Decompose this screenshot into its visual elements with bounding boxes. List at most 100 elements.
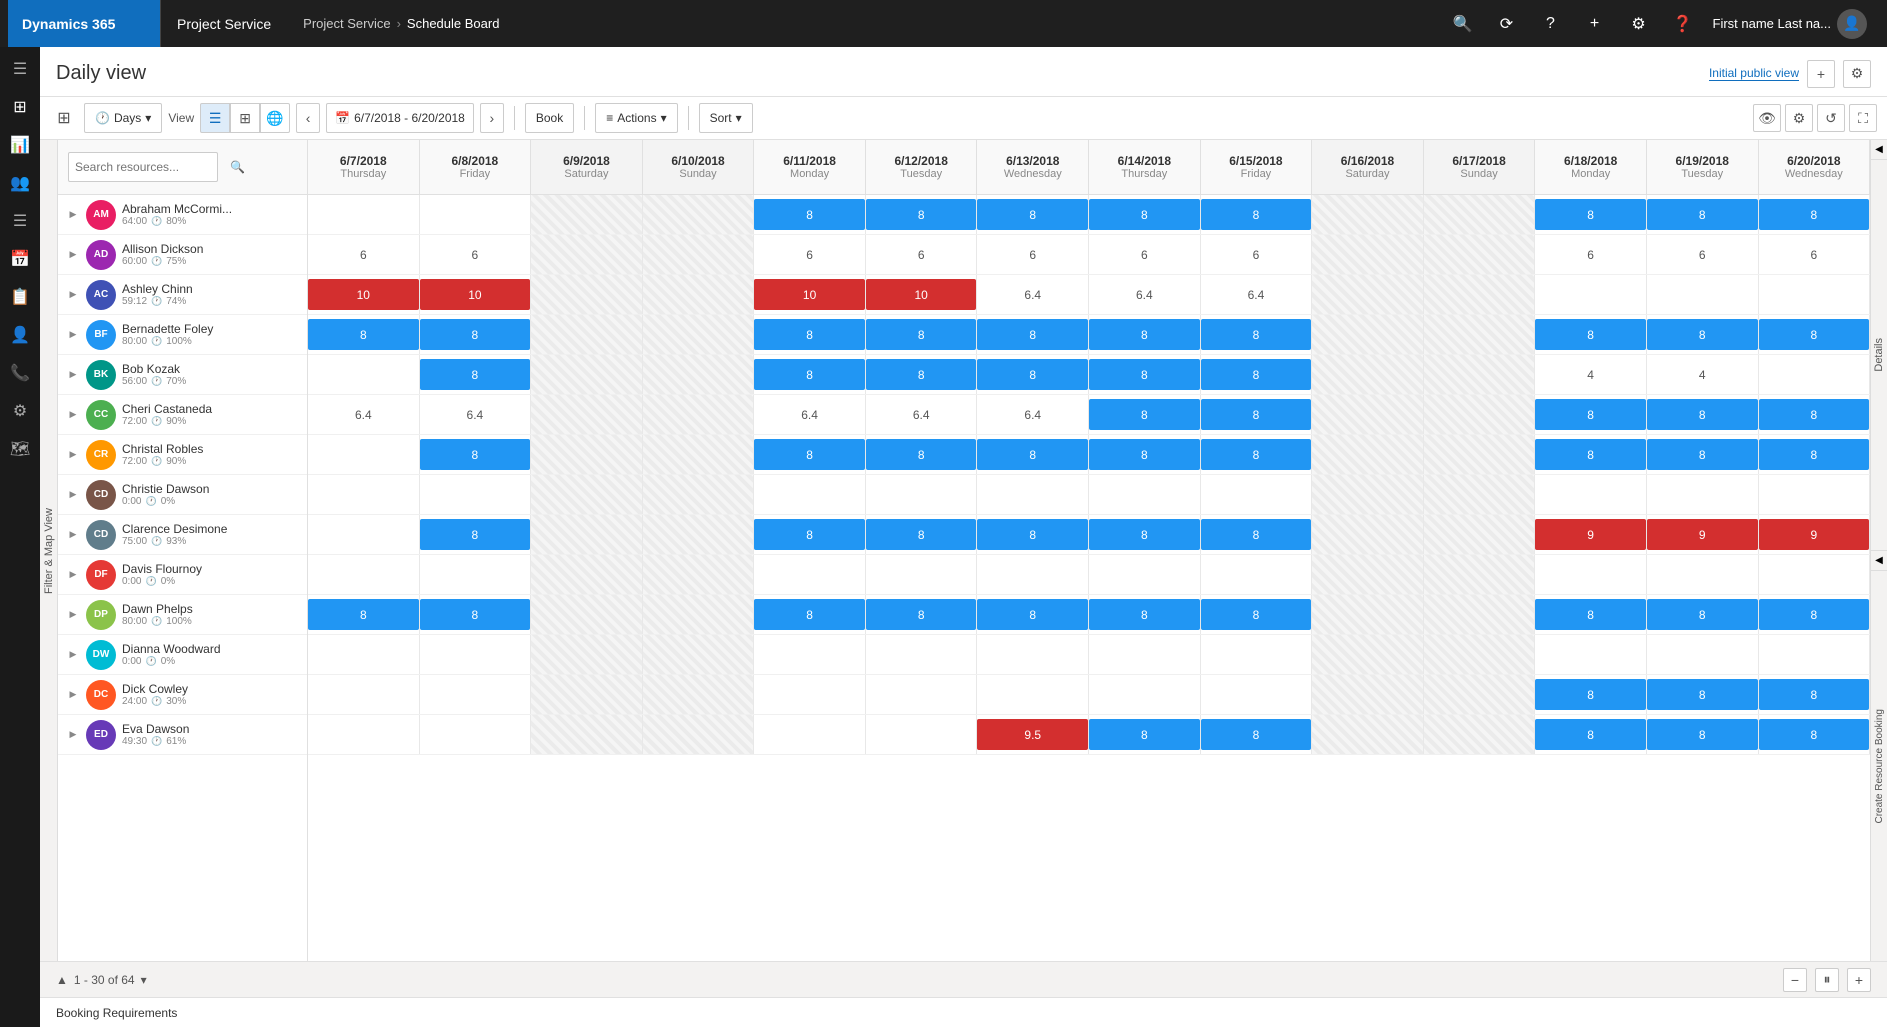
cell-5-7[interactable]: 8 (1089, 395, 1201, 434)
cell-1-12[interactable]: 6 (1647, 235, 1759, 274)
cell-11-11[interactable] (1535, 635, 1647, 674)
cell-9-7[interactable] (1089, 555, 1201, 594)
row-expand-3[interactable]: ▶ (66, 329, 80, 340)
user-menu[interactable]: First name Last na... 👤 (1701, 9, 1880, 39)
eye-button[interactable]: 👁 (1753, 104, 1781, 132)
cell-9-6[interactable] (977, 555, 1089, 594)
cell-8-13[interactable]: 9 (1759, 515, 1870, 554)
cell-6-5[interactable]: 8 (866, 435, 978, 474)
cell-3-11[interactable]: 8 (1535, 315, 1647, 354)
cell-3-7[interactable]: 8 (1089, 315, 1201, 354)
cell-8-3[interactable] (643, 515, 755, 554)
cell-6-0[interactable] (308, 435, 420, 474)
cell-9-0[interactable] (308, 555, 420, 594)
row-expand-11[interactable]: ▶ (66, 649, 80, 660)
cell-5-10[interactable] (1424, 395, 1536, 434)
cell-2-1[interactable]: 10 (420, 275, 532, 314)
row-expand-4[interactable]: ▶ (66, 369, 80, 380)
initial-public-view-link[interactable]: Initial public view (1709, 66, 1799, 81)
cell-11-1[interactable] (420, 635, 532, 674)
cell-13-13[interactable]: 8 (1759, 715, 1870, 754)
cell-0-0[interactable] (308, 195, 420, 234)
row-expand-10[interactable]: ▶ (66, 609, 80, 620)
cell-3-2[interactable] (531, 315, 643, 354)
cell-8-12[interactable]: 9 (1647, 515, 1759, 554)
grid-view-button[interactable]: ⊞ (230, 103, 260, 133)
cell-13-8[interactable]: 8 (1201, 715, 1313, 754)
module-name[interactable]: Project Service (160, 0, 287, 47)
resource-row[interactable]: ▶ CD Clarence Desimone 75:00 🕐 93% (58, 515, 307, 555)
book-button[interactable]: Book (525, 103, 574, 133)
cell-1-0[interactable]: 6 (308, 235, 420, 274)
cell-3-9[interactable] (1312, 315, 1424, 354)
nav-chart[interactable]: 📊 (2, 127, 38, 163)
cell-8-10[interactable] (1424, 515, 1536, 554)
cell-5-13[interactable]: 8 (1759, 395, 1870, 434)
cell-4-2[interactable] (531, 355, 643, 394)
cell-4-0[interactable] (308, 355, 420, 394)
row-expand-7[interactable]: ▶ (66, 489, 80, 500)
cell-9-13[interactable] (1759, 555, 1870, 594)
cell-13-7[interactable]: 8 (1089, 715, 1201, 754)
cell-2-5[interactable]: 10 (866, 275, 978, 314)
cell-11-13[interactable] (1759, 635, 1870, 674)
cell-7-6[interactable] (977, 475, 1089, 514)
cell-7-7[interactable] (1089, 475, 1201, 514)
cell-1-5[interactable]: 6 (866, 235, 978, 274)
cell-9-11[interactable] (1535, 555, 1647, 594)
cell-0-10[interactable] (1424, 195, 1536, 234)
cell-11-4[interactable] (754, 635, 866, 674)
cell-0-11[interactable]: 8 (1535, 195, 1647, 234)
resource-row[interactable]: ▶ AC Ashley Chinn 59:12 🕐 74% (58, 275, 307, 315)
cell-7-11[interactable] (1535, 475, 1647, 514)
cell-6-12[interactable]: 8 (1647, 435, 1759, 474)
cell-3-5[interactable]: 8 (866, 315, 978, 354)
nav-users[interactable]: 👥 (2, 165, 38, 201)
cell-7-4[interactable] (754, 475, 866, 514)
search-icon[interactable]: 🔍 (1445, 6, 1481, 42)
cell-10-1[interactable]: 8 (420, 595, 532, 634)
cell-11-5[interactable] (866, 635, 978, 674)
cell-2-4[interactable]: 10 (754, 275, 866, 314)
breadcrumb-project-service[interactable]: Project Service (303, 16, 390, 31)
cell-6-7[interactable]: 8 (1089, 435, 1201, 474)
cell-8-11[interactable]: 9 (1535, 515, 1647, 554)
row-expand-13[interactable]: ▶ (66, 729, 80, 740)
cell-2-11[interactable] (1535, 275, 1647, 314)
cell-12-12[interactable]: 8 (1647, 675, 1759, 714)
row-expand-6[interactable]: ▶ (66, 449, 80, 460)
cell-9-4[interactable] (754, 555, 866, 594)
cell-12-8[interactable] (1201, 675, 1313, 714)
cell-8-5[interactable]: 8 (866, 515, 978, 554)
cell-3-10[interactable] (1424, 315, 1536, 354)
cell-6-3[interactable] (643, 435, 755, 474)
cell-10-6[interactable]: 8 (977, 595, 1089, 634)
resource-row[interactable]: ▶ CD Christie Dawson 0:00 🕐 0% (58, 475, 307, 515)
map-view-button[interactable]: 🌐 (260, 103, 290, 133)
filter-map-toggle[interactable]: ⊞ (50, 104, 78, 132)
cell-0-5[interactable]: 8 (866, 195, 978, 234)
cell-5-8[interactable]: 8 (1201, 395, 1313, 434)
resource-row[interactable]: ▶ DP Dawn Phelps 80:00 🕐 100% (58, 595, 307, 635)
cell-9-3[interactable] (643, 555, 755, 594)
cell-0-8[interactable]: 8 (1201, 195, 1313, 234)
cell-4-12[interactable]: 4 (1647, 355, 1759, 394)
cell-12-5[interactable] (866, 675, 978, 714)
cell-7-10[interactable] (1424, 475, 1536, 514)
cell-11-2[interactable] (531, 635, 643, 674)
cell-2-10[interactable] (1424, 275, 1536, 314)
cell-11-3[interactable] (643, 635, 755, 674)
cell-8-2[interactable] (531, 515, 643, 554)
cell-1-2[interactable] (531, 235, 643, 274)
cell-1-4[interactable]: 6 (754, 235, 866, 274)
cell-6-13[interactable]: 8 (1759, 435, 1870, 474)
cell-10-11[interactable]: 8 (1535, 595, 1647, 634)
cell-4-6[interactable]: 8 (977, 355, 1089, 394)
cell-4-1[interactable]: 8 (420, 355, 532, 394)
cell-5-0[interactable]: 6.4 (308, 395, 420, 434)
cell-5-9[interactable] (1312, 395, 1424, 434)
cell-10-4[interactable]: 8 (754, 595, 866, 634)
cell-10-5[interactable]: 8 (866, 595, 978, 634)
cell-12-4[interactable] (754, 675, 866, 714)
cell-1-10[interactable] (1424, 235, 1536, 274)
